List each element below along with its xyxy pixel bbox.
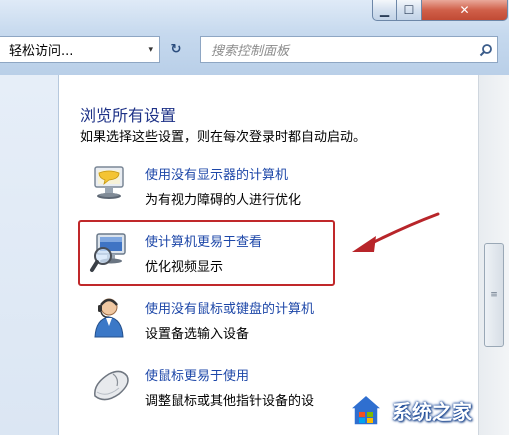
- close-button[interactable]: ✕: [422, 0, 508, 21]
- search-box[interactable]: 搜索控制面板: [200, 36, 498, 63]
- headset-user-icon: [89, 295, 137, 343]
- highlight-box: [78, 220, 335, 286]
- settings-description: 调整鼠标或其他指针设备的设: [145, 394, 315, 409]
- vertical-scrollbar[interactable]: ≡: [478, 75, 509, 435]
- navigation-pane: [0, 75, 59, 435]
- breadcrumb: 轻松访问...: [9, 44, 74, 59]
- mouse-icon: [89, 362, 137, 410]
- page-subtitle: 如果选择这些设置，则在每次登录时都自动启动。: [80, 130, 367, 145]
- search-input[interactable]: 搜索控制面板: [201, 40, 475, 59]
- settings-link[interactable]: 使用没有鼠标或键盘的计算机: [145, 298, 314, 317]
- address-bar[interactable]: 轻松访问... ▾: [0, 36, 160, 63]
- watermark-logo-icon: [348, 393, 384, 426]
- settings-description: 设置备选输入设备: [145, 327, 250, 342]
- settings-link[interactable]: 使用没有显示器的计算机: [145, 164, 288, 183]
- maximize-button[interactable]: ☐: [397, 0, 422, 21]
- refresh-icon[interactable]: ↻: [164, 37, 188, 61]
- minimize-button[interactable]: ▁: [372, 0, 397, 21]
- page-title: 浏览所有设置: [80, 106, 177, 125]
- monitor-speech-icon: [89, 161, 137, 209]
- search-icon[interactable]: [475, 43, 497, 57]
- settings-item-no-mouse-keyboard[interactable]: 使用没有鼠标或键盘的计算机 设置备选输入设备: [89, 295, 469, 347]
- settings-link[interactable]: 使鼠标更易于使用: [145, 365, 249, 384]
- chevron-down-icon[interactable]: ▾: [148, 45, 159, 55]
- settings-description: 为有视力障碍的人进行优化: [145, 193, 302, 208]
- watermark: 系统之家: [346, 386, 509, 435]
- annotation-arrow: [352, 212, 440, 252]
- window-controls: ▁ ☐ ✕: [372, 0, 508, 22]
- watermark-text: 系统之家: [392, 400, 472, 424]
- scrollbar-thumb[interactable]: ≡: [484, 243, 504, 347]
- window-title-bar: ▁ ☐ ✕ 轻松访问... ▾ ↻ 搜索控制面板: [0, 0, 509, 75]
